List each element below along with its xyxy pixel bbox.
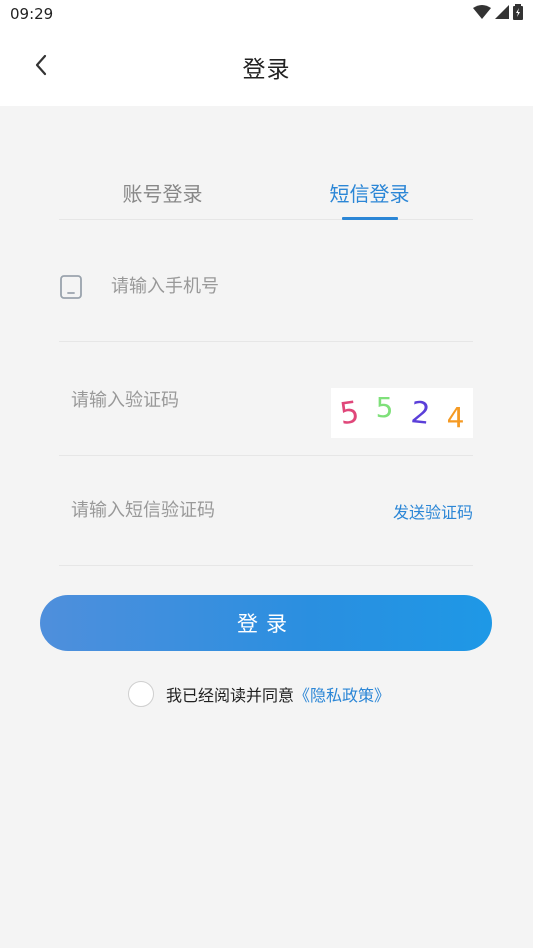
tab-label: 短信登录 (329, 182, 410, 206)
phone-input[interactable] (111, 276, 451, 297)
login-tabs: 账号登录 短信登录 (59, 166, 473, 220)
battery-icon (513, 4, 523, 24)
status-bar: 09:29 (0, 0, 533, 28)
privacy-policy-link[interactable]: 《隐私政策》 (294, 686, 390, 705)
app-header: 登录 (0, 28, 533, 106)
back-button[interactable] (28, 50, 54, 84)
tab-label: 账号登录 (122, 182, 203, 206)
agreement-text: 我已经阅读并同意 (166, 686, 295, 705)
login-button-label: 登录 (237, 612, 295, 636)
phone-icon (59, 274, 83, 299)
captcha-input[interactable] (71, 390, 311, 411)
sms-code-row: 发送验证码 (59, 456, 473, 566)
status-icons (473, 4, 523, 24)
signal-icon (495, 5, 509, 23)
phone-row (59, 232, 473, 342)
agreement-row: 我已经阅读并同意《隐私政策》 (128, 680, 390, 708)
active-tab-indicator (341, 217, 398, 220)
agreement-checkbox[interactable] (128, 681, 154, 707)
tab-account-login[interactable]: 账号登录 (59, 166, 266, 219)
captcha-digit: 2 (408, 394, 432, 432)
captcha-image[interactable]: 5 5 2 4 (331, 388, 473, 438)
captcha-digit: 4 (446, 400, 465, 434)
wifi-icon (473, 5, 491, 23)
status-time: 09:29 (10, 5, 54, 23)
page-title: 登录 (242, 57, 291, 83)
send-code-button[interactable]: 发送验证码 (393, 499, 473, 523)
chevron-left-icon (34, 54, 48, 80)
tab-sms-login[interactable]: 短信登录 (266, 166, 473, 220)
login-button[interactable]: 登录 (40, 595, 492, 651)
sms-code-input[interactable] (71, 500, 371, 521)
captcha-digit: 5 (375, 390, 394, 424)
captcha-row: 5 5 2 4 (59, 346, 473, 456)
captcha-digit: 5 (337, 394, 361, 432)
